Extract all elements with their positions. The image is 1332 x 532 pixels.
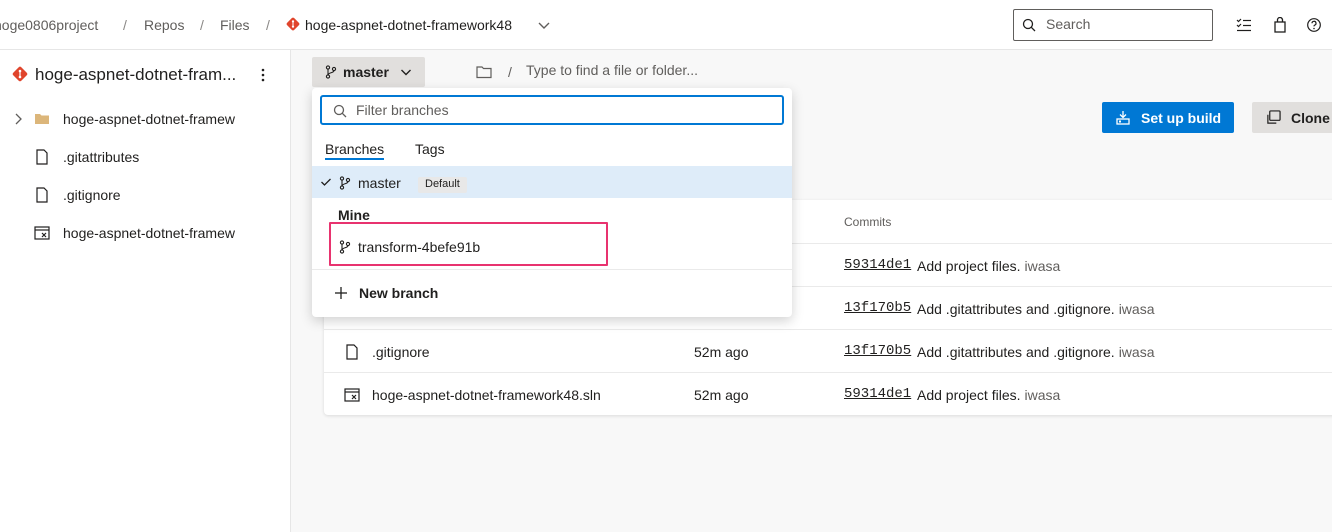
file-name-link[interactable]: .gitignore	[372, 344, 430, 360]
top-bar: hoge0806project / Repos / Files / hoge-a…	[0, 0, 1332, 50]
table-row[interactable]: hoge-aspnet-dotnet-framework48.sln 52m a…	[324, 372, 1332, 415]
mine-section-header: Mine	[338, 207, 370, 223]
tree-item-label: hoge-aspnet-dotnet-framew	[63, 111, 235, 127]
table-row[interactable]: .gitignore 52m ago 13f170b5 Add .gitattr…	[324, 329, 1332, 372]
breadcrumb-project[interactable]: hoge0806project	[0, 17, 98, 33]
branch-selector-button[interactable]: master	[312, 57, 425, 87]
tree-item-folder[interactable]: hoge-aspnet-dotnet-framew	[0, 100, 291, 138]
checklist-icon[interactable]	[1236, 17, 1252, 33]
commit-author: iwasa	[1118, 301, 1155, 317]
search-icon	[1022, 18, 1036, 32]
folder-icon	[35, 114, 49, 124]
chevron-down-icon	[401, 69, 411, 76]
breadcrumb-repo[interactable]: hoge-aspnet-dotnet-framework48	[305, 17, 512, 33]
breadcrumb-separator: /	[200, 17, 204, 33]
setup-build-button[interactable]: Set up build	[1102, 102, 1234, 133]
help-icon[interactable]	[1306, 17, 1322, 33]
highlight-box	[329, 222, 608, 266]
folder-icon	[476, 66, 492, 79]
tree-item-label: .gitignore	[63, 187, 121, 203]
tree-item-solution[interactable]: hoge-aspnet-dotnet-framew	[0, 214, 291, 252]
branch-icon	[325, 65, 337, 79]
branch-name: master	[343, 64, 389, 80]
clone-label: Clone	[1291, 110, 1330, 126]
file-icon	[346, 344, 358, 360]
new-branch-button[interactable]: New branch	[312, 278, 792, 310]
commits-column-header: Commits	[844, 215, 892, 229]
breadcrumb-files[interactable]: Files	[220, 17, 250, 33]
branch-dropdown: Branches Tags master Default Mine transf…	[312, 88, 792, 317]
file-tree-sidebar: hoge-aspnet-dotnet-fram... hoge-aspnet-d…	[0, 50, 291, 532]
chevron-right-icon[interactable]	[13, 112, 25, 126]
tree-item-label: .gitattributes	[63, 149, 140, 165]
branch-item-master[interactable]: master Default	[312, 166, 792, 198]
clone-button[interactable]: Clone	[1252, 102, 1332, 133]
shopping-bag-icon[interactable]	[1272, 17, 1288, 33]
tab-branches[interactable]: Branches	[325, 141, 385, 160]
last-change-time: 52m ago	[694, 387, 749, 403]
commit-hash-link[interactable]: 59314de1	[844, 257, 911, 273]
filter-branches-box[interactable]	[320, 95, 784, 125]
solution-file-icon	[34, 226, 50, 240]
commit-author: iwasa	[1024, 387, 1061, 403]
commit-message: Add project files. iwasa	[917, 258, 1061, 274]
tree-item-label: hoge-aspnet-dotnet-framew	[63, 225, 235, 241]
new-branch-label: New branch	[359, 285, 439, 301]
checkmark-icon	[321, 178, 331, 186]
commit-hash-link[interactable]: 13f170b5	[844, 300, 911, 316]
branch-name: master	[358, 175, 401, 191]
tree-item-file[interactable]: .gitattributes	[0, 138, 291, 176]
commit-author: iwasa	[1118, 344, 1155, 360]
divider	[312, 269, 792, 270]
build-icon	[1116, 111, 1130, 125]
file-icon	[36, 187, 48, 203]
repo-title: hoge-aspnet-dotnet-fram...	[35, 65, 237, 84]
breadcrumb-separator: /	[266, 17, 270, 33]
chevron-down-icon[interactable]	[537, 18, 551, 32]
git-repo-icon	[12, 66, 28, 82]
breadcrumb-repos[interactable]: Repos	[144, 17, 184, 33]
setup-build-label: Set up build	[1141, 110, 1222, 126]
path-separator: /	[508, 64, 512, 80]
commit-hash-link[interactable]: 13f170b5	[844, 343, 911, 359]
more-options-icon[interactable]	[258, 67, 268, 83]
filter-branches-input[interactable]	[356, 102, 776, 118]
commit-author: iwasa	[1024, 258, 1061, 274]
commit-hash-link[interactable]: 59314de1	[844, 386, 911, 402]
commit-message: Add project files. iwasa	[917, 387, 1061, 403]
default-badge: Default	[418, 177, 467, 193]
breadcrumb-separator: /	[123, 17, 127, 33]
search-input[interactable]	[1046, 16, 1206, 32]
path-search-input[interactable]	[526, 62, 826, 78]
tab-tags[interactable]: Tags	[415, 141, 445, 157]
git-repo-icon	[286, 17, 300, 31]
clone-icon	[1267, 110, 1281, 124]
plus-icon	[335, 287, 347, 299]
commit-message: Add .gitattributes and .gitignore. iwasa	[917, 301, 1155, 317]
search-box[interactable]	[1013, 9, 1213, 41]
tree-item-file[interactable]: .gitignore	[0, 176, 291, 214]
branch-icon	[339, 176, 351, 190]
file-name-link[interactable]: hoge-aspnet-dotnet-framework48.sln	[372, 387, 601, 403]
file-icon	[36, 149, 48, 165]
solution-file-icon	[344, 388, 360, 402]
last-change-time: 52m ago	[694, 344, 749, 360]
commit-message: Add .gitattributes and .gitignore. iwasa	[917, 344, 1155, 360]
search-icon	[333, 104, 347, 118]
